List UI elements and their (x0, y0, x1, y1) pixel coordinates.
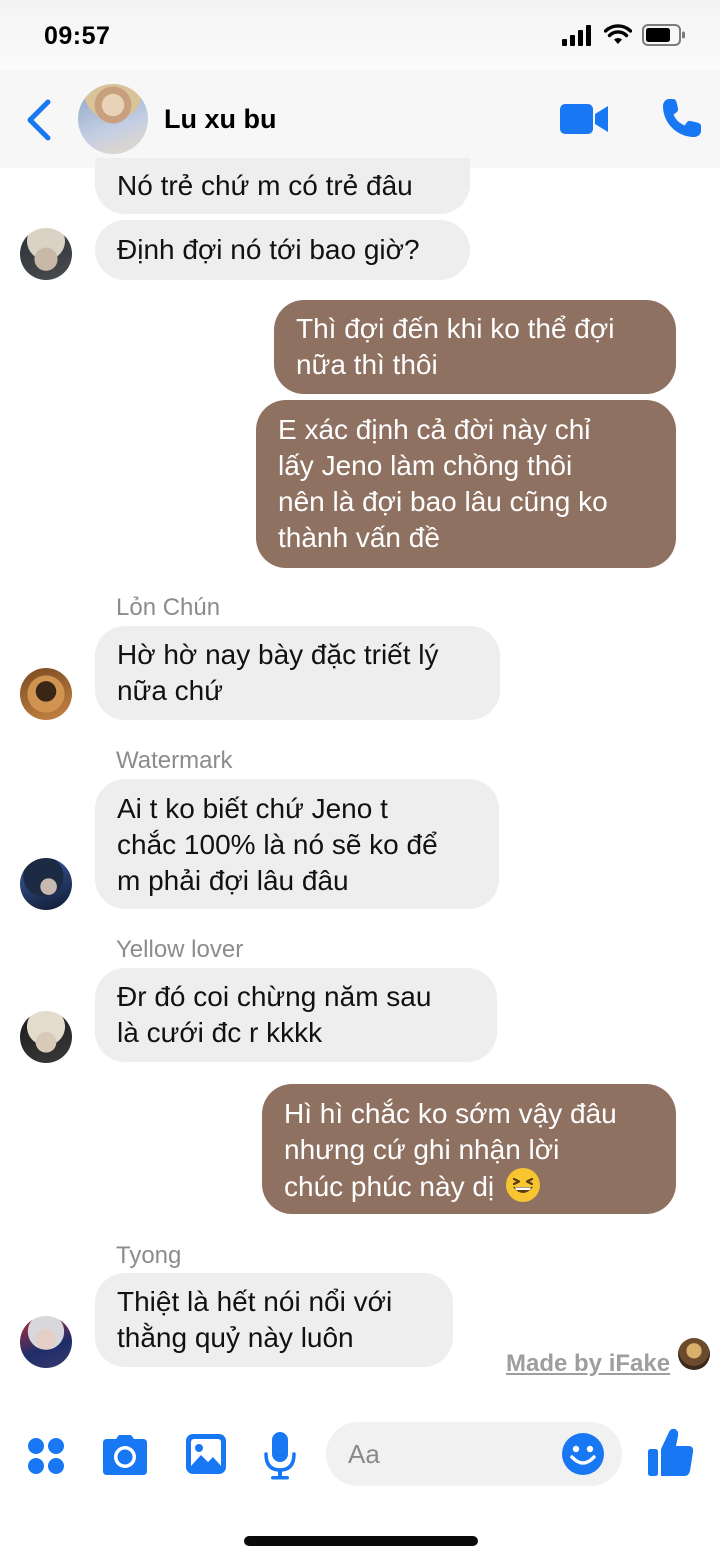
message-line: Thì đợi đến khi ko thể đợi (296, 313, 615, 344)
message-line: Ai t ko biết chứ Jeno t (117, 793, 388, 824)
message-line: chắc 100% là nó sẽ ko để (117, 829, 438, 860)
phone-icon[interactable] (660, 96, 704, 140)
sender-name: Watermark (116, 747, 233, 774)
message-line: Nó trẻ chứ m có trẻ đâu (117, 170, 413, 201)
video-call-icon[interactable] (560, 102, 610, 136)
battery-icon (642, 24, 685, 46)
status-icons (562, 24, 686, 46)
message-line: thằng quỷ này luôn (117, 1322, 354, 1353)
composer-bar: Aa (0, 1412, 720, 1502)
microphone-icon[interactable] (264, 1432, 296, 1480)
emoji-icon[interactable] (562, 1433, 604, 1475)
signal-icon (562, 25, 591, 46)
home-indicator[interactable] (244, 1536, 478, 1546)
message-bubble[interactable]: Thiệt là hết nói nổi với thằng quỷ này l… (95, 1273, 453, 1367)
chat-header: Lu xu bu (0, 70, 720, 168)
message-bubble[interactable]: Thì đợi đến khi ko thể đợi nữa thì thôi (274, 300, 676, 394)
message-line: E xác định cả đời này chỉ (278, 414, 591, 445)
sender-name: Yellow lover (116, 936, 244, 963)
avatar[interactable] (20, 858, 72, 910)
watermark-avatar (678, 1338, 710, 1370)
message-line: thành vấn đề (278, 522, 440, 553)
sender-name: Tyong (116, 1242, 182, 1269)
message-line: Đr đó coi chừng năm sau (117, 981, 432, 1012)
message-line: là cưới đc r kkkk (117, 1017, 323, 1048)
message-line: nên là đợi bao lâu cũng ko (278, 486, 608, 517)
status-time: 09:57 (44, 22, 111, 50)
message-line: m phải đợi lâu đâu (117, 865, 349, 896)
message-line: nữa thì thôi (296, 349, 438, 380)
avatar[interactable] (20, 1316, 72, 1368)
message-input[interactable]: Aa (326, 1422, 622, 1486)
wifi-icon (604, 24, 632, 44)
message-line: nhưng cứ ghi nhận lời (284, 1134, 560, 1165)
message-line: nữa chứ (117, 675, 223, 706)
thumbs-up-icon[interactable] (648, 1428, 694, 1478)
grinning-squinting-face-emoji-icon (505, 1168, 540, 1202)
message-line: Hì hì chắc ko sớm vậy đâu (284, 1098, 617, 1129)
gallery-icon[interactable] (186, 1434, 226, 1474)
chat-title[interactable]: Lu xu bu (164, 104, 276, 135)
message-bubble[interactable]: Nó trẻ chứ m có trẻ đâu (95, 158, 470, 214)
message-line: lấy Jeno làm chồng thôi (278, 450, 573, 481)
camera-icon[interactable] (102, 1434, 148, 1476)
message-bubble[interactable]: Hờ hờ nay bày đặc triết lý nữa chứ (95, 626, 500, 720)
message-text: chúc phúc này dị (284, 1171, 495, 1202)
avatar[interactable] (20, 228, 72, 280)
apps-grid-icon[interactable] (26, 1436, 66, 1476)
message-line: chúc phúc này dị (284, 1168, 654, 1205)
back-chevron-icon[interactable] (24, 98, 54, 142)
watermark-text: Made by iFake (506, 1350, 671, 1377)
sender-name: Lỏn Chún (116, 594, 221, 621)
message-line: Định đợi nó tới bao giờ? (117, 234, 420, 265)
message-bubble[interactable]: Ai t ko biết chứ Jeno t chắc 100% là nó … (95, 779, 499, 909)
message-bubble[interactable]: Đr đó coi chừng năm sau là cưới đc r kkk… (95, 968, 497, 1062)
input-placeholder: Aa (348, 1439, 380, 1469)
avatar[interactable] (78, 84, 148, 154)
message-bubble[interactable]: Định đợi nó tới bao giờ? (95, 220, 470, 280)
message-bubble[interactable]: Hì hì chắc ko sớm vậy đâu nhưng cứ ghi n… (262, 1084, 676, 1214)
message-bubble[interactable]: E xác định cả đời này chỉ lấy Jeno làm c… (256, 400, 676, 568)
avatar[interactable] (20, 1011, 72, 1063)
message-line: Thiệt là hết nói nổi với (117, 1286, 393, 1317)
message-line: Hờ hờ nay bày đặc triết lý (117, 639, 439, 670)
avatar[interactable] (20, 668, 72, 720)
status-bar: 09:57 (0, 0, 720, 70)
